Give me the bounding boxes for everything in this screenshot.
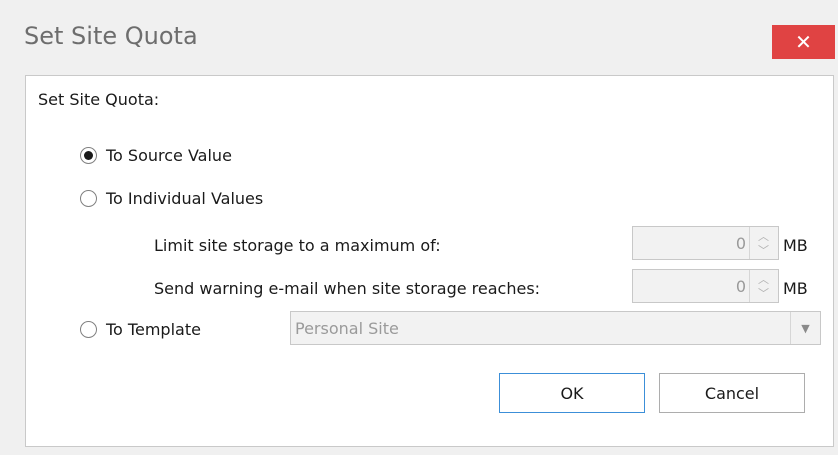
- quota-panel: Set Site Quota: To Source Value To Indiv…: [25, 75, 834, 447]
- radio-template[interactable]: To Template: [80, 320, 201, 339]
- section-header: Set Site Quota:: [38, 90, 160, 109]
- radio-individual-values-label: To Individual Values: [106, 189, 264, 208]
- limit-unit: MB: [783, 236, 808, 255]
- close-icon: ✕: [795, 30, 812, 54]
- radio-individual-values[interactable]: To Individual Values: [80, 189, 263, 208]
- cancel-button[interactable]: Cancel: [659, 373, 805, 413]
- dropdown-arrow-icon[interactable]: ▼: [790, 312, 820, 344]
- radio-individual-values-indicator[interactable]: [80, 190, 97, 207]
- limit-label: Limit site storage to a maximum of:: [154, 236, 441, 255]
- window-title: Set Site Quota: [24, 22, 198, 50]
- limit-spinbox[interactable]: 0 ︿ ﹀: [632, 226, 779, 260]
- chevron-up-icon[interactable]: ︿: [758, 274, 769, 285]
- warning-value: 0: [735, 277, 746, 296]
- limit-spin-buttons[interactable]: ︿ ﹀: [749, 227, 778, 259]
- close-button[interactable]: ✕: [772, 25, 835, 59]
- chevron-up-icon[interactable]: ︿: [758, 231, 769, 242]
- radio-source-value[interactable]: To Source Value: [80, 146, 232, 165]
- radio-source-value-indicator[interactable]: [80, 147, 97, 164]
- warning-label: Send warning e-mail when site storage re…: [154, 279, 541, 298]
- title-bar: Set Site Quota ✕: [0, 0, 838, 75]
- warning-spinbox[interactable]: 0 ︿ ﹀: [632, 269, 779, 303]
- template-select[interactable]: Personal Site ▼: [290, 311, 821, 345]
- warning-spin-buttons[interactable]: ︿ ﹀: [749, 270, 778, 302]
- radio-template-label: To Template: [106, 320, 201, 339]
- chevron-down-icon[interactable]: ﹀: [758, 288, 769, 299]
- radio-source-value-label: To Source Value: [106, 146, 232, 165]
- ok-button[interactable]: OK: [499, 373, 645, 413]
- limit-value: 0: [735, 234, 746, 253]
- template-select-value: Personal Site: [295, 319, 399, 338]
- warning-unit: MB: [783, 279, 808, 298]
- radio-template-indicator[interactable]: [80, 321, 97, 338]
- chevron-down-icon[interactable]: ﹀: [758, 245, 769, 256]
